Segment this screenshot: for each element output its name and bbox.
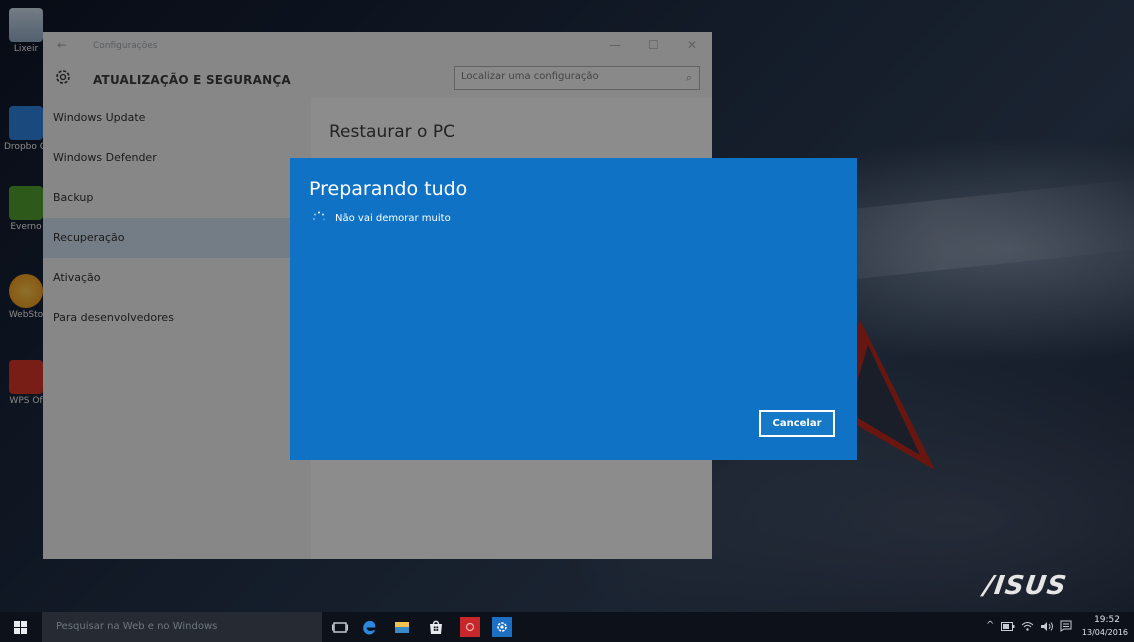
dialog-title: Preparando tudo (309, 178, 468, 200)
volume-icon[interactable] (1040, 621, 1054, 632)
loading-spinner-icon (313, 211, 325, 221)
taskbar-search-box[interactable]: Pesquisar na Web e no Windows (42, 612, 322, 642)
store-icon[interactable] (424, 615, 448, 639)
system-tray: ^ 19:52 13/04/2016 (974, 612, 1134, 642)
taskbar: Pesquisar na Web e no Windows ^ 19:52 13… (0, 612, 1134, 642)
cancel-button[interactable]: Cancelar (759, 410, 835, 437)
file-explorer-icon[interactable] (390, 615, 414, 639)
windows-logo-icon (14, 621, 27, 634)
clock-date[interactable]: 13/04/2016 (1082, 628, 1128, 637)
red-app-icon[interactable] (458, 615, 482, 639)
asus-logo: /ISUS (981, 571, 1069, 601)
clock-time[interactable]: 19:52 (1094, 615, 1120, 625)
task-view-icon[interactable] (328, 615, 352, 639)
wifi-icon[interactable] (1021, 621, 1034, 632)
dialog-subtitle: Não vai demorar muito (335, 213, 451, 224)
taskbar-search-placeholder[interactable]: Pesquisar na Web e no Windows (56, 621, 217, 632)
settings-app-icon[interactable] (490, 615, 514, 639)
battery-icon[interactable] (1001, 621, 1015, 632)
reset-pc-dialog: Preparando tudo Não vai demorar muito Ca… (290, 158, 857, 460)
start-button[interactable] (0, 612, 42, 642)
action-center-icon[interactable] (1060, 620, 1072, 632)
edge-icon[interactable] (357, 615, 381, 639)
chevron-up-icon[interactable]: ^ (986, 620, 994, 631)
